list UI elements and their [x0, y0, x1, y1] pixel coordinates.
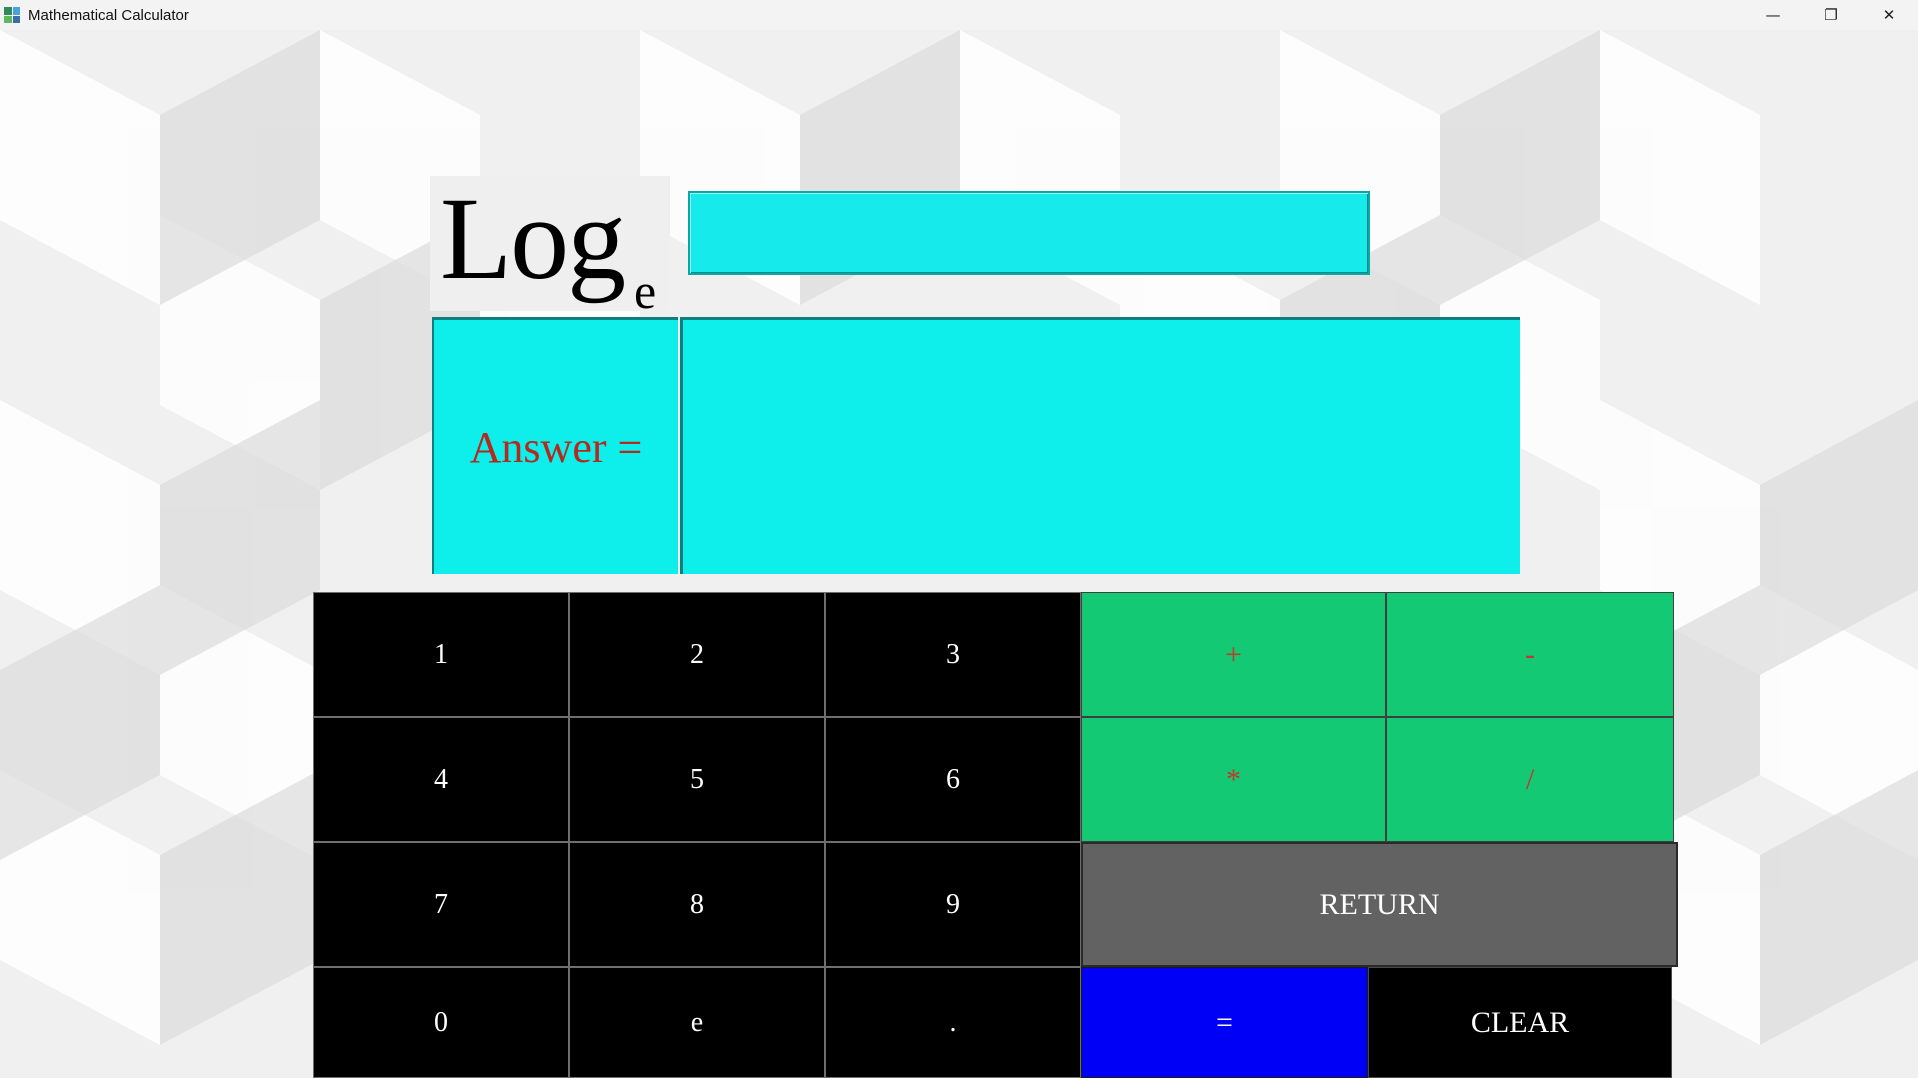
- window-title: Mathematical Calculator: [28, 6, 189, 24]
- key-9[interactable]: 9: [825, 842, 1081, 967]
- multiply-button[interactable]: *: [1081, 717, 1386, 842]
- answer-label: Answer =: [432, 317, 678, 574]
- window-controls: — ❐ ✕: [1744, 0, 1918, 30]
- key-2[interactable]: 2: [569, 592, 825, 717]
- title-bar: Mathematical Calculator — ❐ ✕: [0, 0, 1918, 30]
- return-button[interactable]: RETURN: [1081, 842, 1678, 967]
- minus-button[interactable]: -: [1386, 592, 1674, 717]
- key-decimal-point[interactable]: .: [825, 967, 1081, 1078]
- key-0[interactable]: 0: [313, 967, 569, 1078]
- answer-display: [680, 317, 1520, 574]
- key-e[interactable]: e: [569, 967, 825, 1078]
- key-8[interactable]: 8: [569, 842, 825, 967]
- key-5[interactable]: 5: [569, 717, 825, 842]
- restore-button[interactable]: ❐: [1802, 0, 1860, 30]
- close-button[interactable]: ✕: [1860, 0, 1918, 30]
- minimize-button[interactable]: —: [1744, 0, 1802, 30]
- divide-button[interactable]: /: [1386, 717, 1674, 842]
- key-3[interactable]: 3: [825, 592, 1081, 717]
- equals-button[interactable]: =: [1081, 967, 1368, 1078]
- key-4[interactable]: 4: [313, 717, 569, 842]
- key-1[interactable]: 1: [313, 592, 569, 717]
- key-7[interactable]: 7: [313, 842, 569, 967]
- log-label-text: Log: [440, 173, 626, 304]
- calculator-app-icon: [4, 7, 20, 23]
- log-base-subscript: e: [634, 263, 657, 319]
- log-input-field[interactable]: [688, 191, 1370, 275]
- log-function-label: Log e: [430, 173, 670, 316]
- plus-button[interactable]: +: [1081, 592, 1386, 717]
- key-6[interactable]: 6: [825, 717, 1081, 842]
- clear-button[interactable]: CLEAR: [1368, 967, 1672, 1078]
